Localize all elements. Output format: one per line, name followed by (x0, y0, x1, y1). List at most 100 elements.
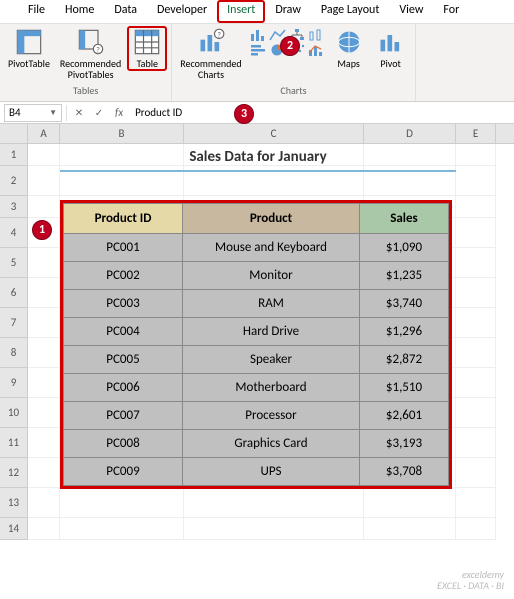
header-product-id[interactable]: Product ID (64, 204, 183, 234)
enter-formula-icon[interactable]: ✓ (91, 105, 107, 121)
cell-sales[interactable]: $1,296 (360, 318, 449, 346)
table-row[interactable]: PC003RAM$3,740 (64, 290, 449, 318)
row-header[interactable]: 8 (0, 338, 28, 368)
header-sales[interactable]: Sales (360, 204, 449, 234)
row-header[interactable]: 14 (0, 518, 28, 540)
col-header-E[interactable]: E (456, 124, 496, 143)
cell-sales[interactable]: $3,193 (360, 430, 449, 458)
recommended-pivottables-icon: ? (77, 28, 105, 56)
tab-draw[interactable]: Draw (265, 0, 311, 23)
ribbon-tabs: File Home Data Developer Insert Draw Pag… (0, 0, 514, 24)
row-header[interactable]: 6 (0, 278, 28, 308)
stat-chart-icon[interactable] (307, 28, 325, 42)
table-button[interactable]: Table (127, 26, 167, 71)
formula-content[interactable]: Product ID (131, 106, 182, 119)
tables-group-label: Tables (4, 84, 167, 99)
cell-id[interactable]: PC002 (64, 262, 183, 290)
recommended-pivottables-button[interactable]: ? Recommended PivotTables (56, 26, 125, 82)
table-icon (133, 28, 161, 56)
row-header[interactable]: 4 (0, 218, 28, 248)
cell-id[interactable]: PC008 (64, 430, 183, 458)
fx-icon[interactable]: fx (111, 106, 127, 119)
pivottable-label: PivotTable (8, 58, 50, 69)
table-row[interactable]: PC008Graphics Card$3,193 (64, 430, 449, 458)
table-row[interactable]: PC009UPS$3,708 (64, 458, 449, 486)
table-row[interactable]: PC002Monitor$1,235 (64, 262, 449, 290)
cell-prod[interactable]: Graphics Card (183, 430, 360, 458)
cell-prod[interactable]: Monitor (183, 262, 360, 290)
cell-sales[interactable]: $3,708 (360, 458, 449, 486)
col-header-D[interactable]: D (364, 124, 456, 143)
separator (66, 105, 67, 121)
header-product[interactable]: Product (183, 204, 360, 234)
cell-id[interactable]: PC007 (64, 402, 183, 430)
table-row[interactable]: PC006Motherboard$1,510 (64, 374, 449, 402)
col-header-C[interactable]: C (184, 124, 364, 143)
cell-id[interactable]: PC005 (64, 346, 183, 374)
tab-view[interactable]: View (389, 0, 433, 23)
maps-button[interactable]: Maps (329, 26, 369, 71)
row-header[interactable]: 7 (0, 308, 28, 338)
tab-page-layout[interactable]: Page Layout (311, 0, 389, 23)
tab-insert[interactable]: Insert (217, 0, 265, 23)
group-tables: PivotTable ? Recommended PivotTables Tab… (0, 24, 172, 101)
callout-3: 3 (234, 104, 254, 124)
combo-chart-icon[interactable] (307, 43, 325, 57)
cell-id[interactable]: PC006 (64, 374, 183, 402)
cell-sales[interactable]: $2,872 (360, 346, 449, 374)
tab-file[interactable]: File (18, 0, 55, 23)
col-header-A[interactable]: A (28, 124, 60, 143)
col-header-B[interactable]: B (60, 124, 184, 143)
cell-prod[interactable]: Mouse and Keyboard (183, 234, 360, 262)
name-box-value: B4 (9, 106, 21, 119)
row-header[interactable]: 1 (0, 144, 28, 166)
tab-home[interactable]: Home (55, 0, 104, 23)
row-header[interactable]: 9 (0, 368, 28, 398)
cancel-formula-icon[interactable]: ✕ (71, 105, 87, 121)
row-header[interactable]: 5 (0, 248, 28, 278)
row-header[interactable]: 11 (0, 428, 28, 458)
cell-sales[interactable]: $2,601 (360, 402, 449, 430)
recommended-charts-label: Recommended Charts (180, 58, 241, 80)
cell-sales[interactable]: $1,510 (360, 374, 449, 402)
cell-sales[interactable]: $3,740 (360, 290, 449, 318)
row-header[interactable]: 12 (0, 458, 28, 488)
data-table[interactable]: Product ID Product Sales PC001Mouse and … (60, 200, 452, 489)
table-row[interactable]: PC004Hard Drive$1,296 (64, 318, 449, 346)
cell-id[interactable]: PC001 (64, 234, 183, 262)
table-label: Table (137, 58, 158, 69)
pivottable-button[interactable]: PivotTable (4, 26, 54, 71)
recommended-charts-button[interactable]: ? Recommended Charts (176, 26, 245, 82)
cell-prod[interactable]: Speaker (183, 346, 360, 374)
cell-prod[interactable]: UPS (183, 458, 360, 486)
cell-sales[interactable]: $1,090 (360, 234, 449, 262)
row-header[interactable]: 13 (0, 488, 28, 518)
pivotchart-icon (377, 28, 405, 56)
cell-prod[interactable]: RAM (183, 290, 360, 318)
pivottable-icon (15, 28, 43, 56)
tab-more[interactable]: For (433, 0, 469, 23)
cell-id[interactable]: PC003 (64, 290, 183, 318)
bar-chart-icon[interactable] (250, 43, 268, 57)
row-header[interactable]: 10 (0, 398, 28, 428)
tab-developer[interactable]: Developer (147, 0, 217, 23)
chevron-down-icon[interactable]: ▼ (49, 108, 57, 118)
cell-prod[interactable]: Motherboard (183, 374, 360, 402)
cell-id[interactable]: PC004 (64, 318, 183, 346)
tab-data[interactable]: Data (104, 0, 147, 23)
row-header[interactable]: 2 (0, 166, 28, 196)
maps-label: Maps (337, 58, 359, 69)
worksheet[interactable]: 1 2 3 4 5 6 7 8 9 10 11 12 13 14 Sales D… (0, 144, 514, 540)
table-row[interactable]: PC005Speaker$2,872 (64, 346, 449, 374)
row-header[interactable]: 3 (0, 196, 28, 218)
table-row[interactable]: PC001Mouse and Keyboard$1,090 (64, 234, 449, 262)
pivotchart-button[interactable]: Pivot (371, 26, 411, 71)
select-all-corner[interactable] (0, 124, 28, 143)
cell-id[interactable]: PC009 (64, 458, 183, 486)
column-chart-icon[interactable] (250, 28, 268, 42)
cell-prod[interactable]: Processor (183, 402, 360, 430)
name-box[interactable]: B4 ▼ (4, 104, 62, 122)
cell-sales[interactable]: $1,235 (360, 262, 449, 290)
table-row[interactable]: PC007Processor$2,601 (64, 402, 449, 430)
cell-prod[interactable]: Hard Drive (183, 318, 360, 346)
